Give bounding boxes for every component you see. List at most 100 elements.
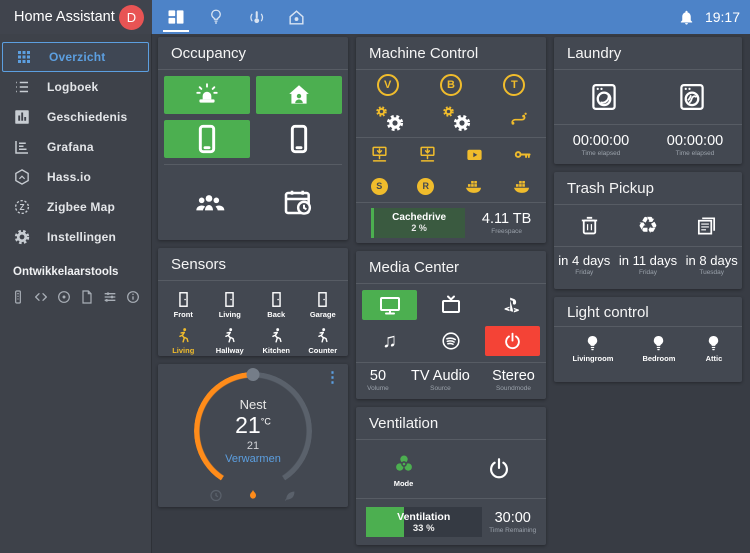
motion-run-icon bbox=[313, 326, 332, 345]
app-toolbar: 19:17 bbox=[152, 0, 750, 34]
door-sensor-living[interactable]: Living bbox=[207, 286, 254, 322]
app-title: Home Assistant bbox=[14, 9, 119, 25]
target-temperature: 21 bbox=[247, 440, 259, 452]
app-header-left: Home Assistant D bbox=[0, 0, 152, 34]
power-off-button[interactable] bbox=[485, 326, 540, 356]
motion-sensor-hallway[interactable]: Hallway bbox=[207, 322, 254, 356]
light-attic-button[interactable]: Attic bbox=[704, 334, 723, 363]
sidebar-item-hassio[interactable]: Hass.io bbox=[0, 162, 151, 192]
tab-lights[interactable] bbox=[196, 0, 236, 34]
transit-connection-icon[interactable] bbox=[509, 109, 528, 128]
trash-pickup-card: Trash Pickup ♻ in 4 days Friday in 11 da… bbox=[554, 172, 742, 289]
app-r-button[interactable]: R bbox=[417, 178, 434, 195]
sidebar-item-instellingen[interactable]: Instellingen bbox=[0, 222, 151, 252]
machine-control-card: Machine Control V B T bbox=[356, 37, 546, 243]
gear-icon bbox=[13, 228, 31, 246]
heat-flame-icon[interactable] bbox=[246, 488, 261, 503]
sidebar-item-label: Overzicht bbox=[49, 50, 106, 64]
light-bedroom-button[interactable]: Bedroom bbox=[642, 334, 675, 363]
apps-grid-icon bbox=[15, 48, 33, 66]
auto-clock-icon[interactable] bbox=[209, 488, 224, 503]
music-button[interactable]: ♫ bbox=[362, 326, 417, 356]
power-icon[interactable] bbox=[486, 456, 512, 482]
home-assistant-app: Home Assistant D bbox=[0, 0, 750, 553]
newspaper-icon[interactable] bbox=[695, 214, 718, 237]
download-network-icon[interactable] bbox=[418, 145, 437, 164]
freespace-stat: 4.11 TB Freespace bbox=[482, 211, 531, 235]
services-gears-icon[interactable] bbox=[442, 105, 472, 133]
devtools-heading: Ontwikkelaarstools bbox=[13, 266, 151, 278]
washing-machine-icon[interactable] bbox=[589, 82, 619, 112]
column-3: Laundry 00:00:00 Time elapsed 00:00:00 T bbox=[554, 37, 742, 382]
door-sensor-back[interactable]: Back bbox=[253, 286, 300, 322]
laundry-card: Laundry 00:00:00 Time elapsed 00:00:00 T bbox=[554, 37, 742, 164]
services-gears-icon[interactable] bbox=[375, 105, 405, 133]
sidebar-item-overzicht[interactable]: Overzicht bbox=[2, 42, 149, 72]
light-livingroom-button[interactable]: Livingroom bbox=[573, 334, 614, 363]
alarm-siren-button[interactable] bbox=[164, 76, 250, 114]
people-group-button[interactable] bbox=[164, 171, 253, 234]
occupancy-card: Occupancy bbox=[158, 37, 348, 240]
lightbulb-icon bbox=[207, 8, 225, 26]
door-sensor-garage[interactable]: Garage bbox=[300, 286, 347, 322]
tab-climate[interactable] bbox=[236, 0, 276, 34]
docker-icon[interactable] bbox=[464, 177, 483, 196]
bell-icon[interactable] bbox=[678, 9, 695, 26]
playstation-button[interactable] bbox=[485, 290, 540, 320]
machine-t-button[interactable]: T bbox=[503, 74, 525, 96]
format-list-icon bbox=[13, 78, 31, 96]
sidebar-item-zigbee-map[interactable]: Z Zigbee Map bbox=[0, 192, 151, 222]
sidebar-item-label: Grafana bbox=[47, 140, 94, 154]
recycle-icon[interactable]: ♻ bbox=[638, 214, 659, 237]
tab-overview[interactable] bbox=[156, 0, 196, 34]
motion-sensor-living[interactable]: Living bbox=[160, 322, 207, 356]
spotify-button[interactable] bbox=[423, 326, 478, 356]
spotify-icon bbox=[440, 330, 462, 352]
door-icon bbox=[267, 290, 286, 309]
download-network-icon[interactable] bbox=[370, 145, 389, 164]
app-s-button[interactable]: S bbox=[371, 178, 388, 195]
key-icon[interactable] bbox=[513, 145, 532, 164]
home-presence-button[interactable] bbox=[256, 76, 342, 114]
trash-can-icon[interactable] bbox=[578, 214, 601, 237]
machine-b-button[interactable]: B bbox=[440, 74, 462, 96]
file-document-icon[interactable] bbox=[78, 286, 96, 307]
thermostat-dial[interactable]: Nest 21°C 21 Verwarmen bbox=[194, 372, 312, 490]
card-title: Occupancy bbox=[158, 37, 348, 69]
ventilation-progress: Ventilation 33 % bbox=[366, 507, 482, 537]
eco-leaf-icon[interactable] bbox=[283, 488, 298, 503]
tumble-dryer-icon[interactable] bbox=[677, 82, 707, 112]
lightbulb-icon bbox=[704, 334, 723, 353]
motion-sensor-kitchen[interactable]: Kitchen bbox=[253, 322, 300, 356]
code-tags-icon[interactable] bbox=[32, 286, 50, 307]
youtube-tv-icon[interactable] bbox=[465, 145, 484, 164]
tv-button[interactable] bbox=[423, 290, 478, 320]
dryer-elapsed-stat: 00:00:00 Time elapsed bbox=[667, 133, 723, 157]
sidebar-item-label: Geschiedenis bbox=[47, 110, 127, 124]
phone-2-button[interactable] bbox=[256, 120, 342, 158]
sidebar-item-geschiedenis[interactable]: Geschiedenis bbox=[0, 102, 151, 132]
phone-1-button[interactable] bbox=[164, 120, 250, 158]
card-menu-button[interactable]: ⋮ bbox=[325, 370, 340, 385]
sidebar-item-logboek[interactable]: Logboek bbox=[0, 72, 151, 102]
card-title: Media Center bbox=[356, 251, 546, 283]
calendar-clock-button[interactable] bbox=[253, 171, 342, 234]
tune-icon[interactable] bbox=[101, 286, 119, 307]
docker-icon[interactable] bbox=[512, 177, 531, 196]
motion-sensor-counter[interactable]: Counter bbox=[300, 322, 347, 356]
information-icon[interactable] bbox=[124, 286, 142, 307]
door-sensor-front[interactable]: Front bbox=[160, 286, 207, 322]
machine-v-button[interactable]: V bbox=[377, 74, 399, 96]
sidebar-item-label: Zigbee Map bbox=[47, 200, 115, 214]
radio-icon[interactable] bbox=[55, 286, 73, 307]
lightbulb-icon bbox=[649, 334, 668, 353]
tv-classic-icon bbox=[439, 293, 463, 317]
motion-run-icon bbox=[174, 326, 193, 345]
fan-mode-button[interactable]: Mode bbox=[391, 451, 417, 488]
sidebar-item-grafana[interactable]: Grafana bbox=[0, 132, 151, 162]
tab-home[interactable] bbox=[276, 0, 316, 34]
avatar[interactable]: D bbox=[119, 5, 144, 30]
remote-icon[interactable] bbox=[9, 286, 27, 307]
monitor-button[interactable] bbox=[362, 290, 417, 320]
recycle-days-stat: in 11 days Friday bbox=[619, 254, 677, 276]
